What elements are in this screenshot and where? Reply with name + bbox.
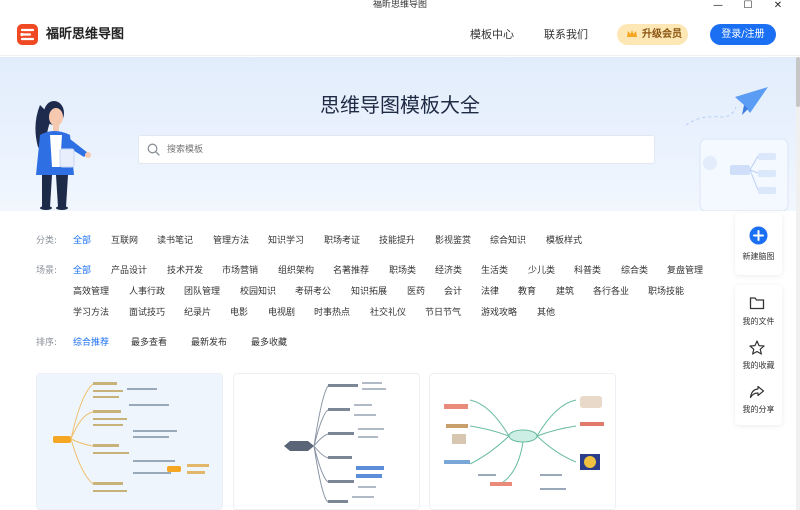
category-item[interactable]: 模板样式 bbox=[546, 235, 582, 247]
template-card[interactable] bbox=[233, 373, 420, 510]
scene-item[interactable]: 团队管理 bbox=[184, 286, 220, 298]
sort-item[interactable]: 综合推荐 bbox=[73, 337, 109, 349]
scene-item[interactable]: 教育 bbox=[518, 286, 536, 298]
my-shares-button[interactable]: 我的分享 bbox=[735, 377, 782, 423]
mindmap-thumbnail bbox=[234, 374, 419, 509]
scene-item[interactable]: 其他 bbox=[537, 307, 555, 319]
sort-item[interactable]: 最新发布 bbox=[191, 337, 227, 349]
scene-item[interactable]: 校园知识 bbox=[240, 286, 276, 298]
app-name[interactable]: 福昕思维导图 bbox=[46, 26, 124, 43]
category-item[interactable]: 全部 bbox=[73, 235, 91, 247]
scene-item[interactable]: 职场类 bbox=[389, 265, 416, 277]
scene-item[interactable]: 复盘管理 bbox=[667, 265, 703, 277]
scene-item[interactable]: 社交礼仪 bbox=[370, 307, 406, 319]
category-item[interactable]: 互联网 bbox=[111, 235, 138, 247]
plus-circle-icon bbox=[749, 226, 768, 245]
scene-item[interactable]: 全部 bbox=[73, 265, 91, 277]
category-label: 分类: bbox=[36, 236, 58, 246]
scene-item[interactable]: 节日节气 bbox=[425, 307, 461, 319]
nav-contact-us[interactable]: 联系我们 bbox=[544, 28, 588, 42]
scene-item[interactable]: 法律 bbox=[481, 286, 499, 298]
upgrade-vip-button[interactable]: 升级会员 bbox=[617, 24, 688, 45]
scene-item[interactable]: 组织架构 bbox=[278, 265, 314, 277]
scene-item[interactable]: 名著推荐 bbox=[333, 265, 369, 277]
scene-item[interactable]: 游戏攻略 bbox=[481, 307, 517, 319]
scene-item[interactable]: 考研考公 bbox=[295, 286, 331, 298]
login-register-button[interactable]: 登录/注册 bbox=[710, 24, 776, 45]
category-item[interactable]: 综合知识 bbox=[490, 235, 526, 247]
minimize-icon[interactable]: — bbox=[708, 0, 728, 13]
scene-item[interactable]: 市场营销 bbox=[222, 265, 258, 277]
category-item[interactable]: 知识学习 bbox=[268, 235, 304, 247]
my-favorites-label: 我的收藏 bbox=[742, 361, 775, 370]
folder-icon bbox=[749, 297, 765, 310]
my-files-label: 我的文件 bbox=[742, 317, 775, 326]
scene-item[interactable]: 医药 bbox=[407, 286, 425, 298]
app-logo[interactable] bbox=[17, 24, 38, 45]
scene-item[interactable]: 综合类 bbox=[621, 265, 648, 277]
sort-label: 排序: bbox=[36, 338, 58, 348]
maximize-icon[interactable]: ☐ bbox=[738, 0, 758, 13]
template-card[interactable] bbox=[429, 373, 616, 510]
crown-icon bbox=[627, 30, 637, 37]
paper-plane-illustration bbox=[685, 87, 789, 211]
scene-item[interactable]: 少儿类 bbox=[528, 265, 555, 277]
scene-item[interactable]: 各行各业 bbox=[593, 286, 629, 298]
scene-item[interactable]: 经济类 bbox=[435, 265, 462, 277]
top-header: 福昕思维导图 模板中心 联系我们 升级会员 登录/注册 bbox=[0, 13, 800, 56]
window-title: 福昕思维导图 bbox=[372, 0, 427, 10]
scene-item[interactable]: 学习方法 bbox=[73, 307, 109, 319]
scene-item[interactable]: 高效管理 bbox=[73, 286, 109, 298]
user-panel: 我的文件 我的收藏 我的分享 bbox=[735, 285, 782, 425]
share-icon bbox=[749, 385, 765, 399]
scene-item[interactable]: 时事热点 bbox=[314, 307, 350, 319]
scene-item[interactable]: 面试技巧 bbox=[129, 307, 165, 319]
scrollbar-thumb[interactable] bbox=[796, 57, 800, 107]
category-item[interactable]: 技能提升 bbox=[379, 235, 415, 247]
hero-banner: 思维导图模板大全 bbox=[0, 57, 800, 211]
mindmap-thumbnail bbox=[430, 374, 615, 509]
scene-item[interactable]: 纪录片 bbox=[184, 307, 211, 319]
my-shares-label: 我的分享 bbox=[742, 405, 775, 414]
scene-item[interactable]: 建筑 bbox=[556, 286, 574, 298]
search-box[interactable] bbox=[138, 135, 655, 164]
scene-item[interactable]: 产品设计 bbox=[111, 265, 147, 277]
scene-item[interactable]: 会计 bbox=[444, 286, 462, 298]
category-item[interactable]: 读书笔记 bbox=[157, 235, 193, 247]
scene-item[interactable]: 知识拓展 bbox=[351, 286, 387, 298]
new-mindmap-panel: 新建脑图 bbox=[735, 213, 782, 275]
new-mindmap-label: 新建脑图 bbox=[742, 252, 775, 261]
search-icon bbox=[147, 143, 160, 156]
scene-item[interactable]: 电视剧 bbox=[268, 307, 295, 319]
vip-label: 升级会员 bbox=[642, 29, 682, 40]
mindmap-thumbnail bbox=[37, 374, 222, 509]
sort-item[interactable]: 最多收藏 bbox=[251, 337, 287, 349]
template-card[interactable] bbox=[36, 373, 223, 510]
category-item[interactable]: 影视鉴赏 bbox=[435, 235, 471, 247]
logo-mark-icon bbox=[20, 28, 35, 41]
scene-item[interactable]: 职场技能 bbox=[648, 286, 684, 298]
scene-item[interactable]: 电影 bbox=[230, 307, 248, 319]
star-icon bbox=[749, 340, 765, 355]
my-files-button[interactable]: 我的文件 bbox=[735, 285, 782, 331]
close-icon[interactable]: ✕ bbox=[768, 0, 788, 13]
sort-item[interactable]: 最多查看 bbox=[131, 337, 167, 349]
search-input[interactable] bbox=[167, 140, 637, 160]
scene-item[interactable]: 生活类 bbox=[481, 265, 508, 277]
scene-label: 场景: bbox=[36, 266, 58, 276]
scene-item[interactable]: 技术开发 bbox=[167, 265, 203, 277]
category-item[interactable]: 管理方法 bbox=[213, 235, 249, 247]
category-item[interactable]: 职场考证 bbox=[324, 235, 360, 247]
window-titlebar: 福昕思维导图 — ☐ ✕ bbox=[0, 0, 800, 13]
scene-item[interactable]: 科普类 bbox=[574, 265, 601, 277]
nav-template-center[interactable]: 模板中心 bbox=[470, 28, 514, 42]
vertical-scrollbar[interactable] bbox=[796, 57, 800, 510]
scene-item[interactable]: 人事行政 bbox=[129, 286, 165, 298]
my-favorites-button[interactable]: 我的收藏 bbox=[735, 331, 782, 377]
new-mindmap-button[interactable]: 新建脑图 bbox=[735, 213, 782, 275]
